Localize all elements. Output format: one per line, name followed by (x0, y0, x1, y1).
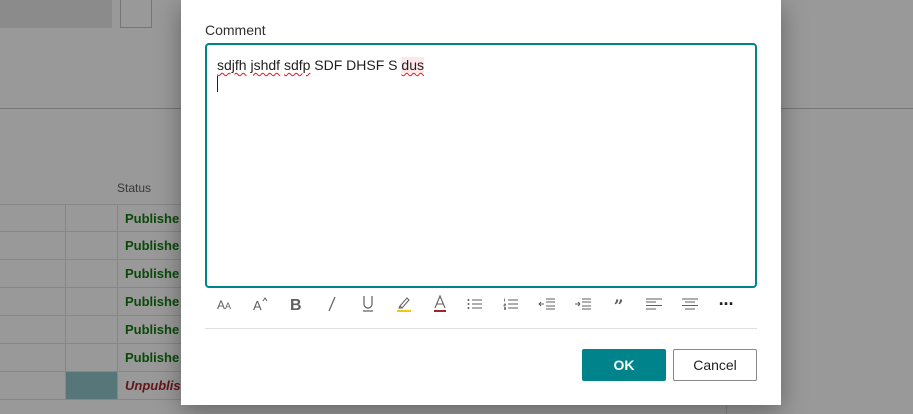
dialog-divider (205, 328, 757, 329)
more-options-button[interactable]: ··· (708, 292, 744, 316)
font-size-icon: AA (217, 298, 231, 312)
numbered-list-icon (503, 298, 519, 310)
cancel-button[interactable]: Cancel (673, 349, 757, 381)
misspelled-word: sdjfh (217, 57, 247, 73)
quote-icon: ” (613, 297, 624, 317)
italic-icon (328, 296, 336, 312)
bold-button[interactable]: B (279, 292, 315, 316)
font-color-button[interactable] (422, 292, 458, 316)
text-run: SDF DHSF S (314, 57, 398, 73)
svg-text:B: B (290, 297, 302, 312)
text-caret (217, 76, 218, 92)
increase-indent-icon (574, 298, 591, 310)
align-left-icon (646, 298, 663, 310)
quote-button[interactable]: ” (601, 292, 637, 317)
align-left-button[interactable] (637, 292, 673, 316)
decrease-indent-button[interactable] (529, 292, 565, 316)
numbered-list-button[interactable] (493, 292, 529, 316)
underline-button[interactable] (350, 292, 386, 316)
comment-dialog: Comment sdjfh jshdf sdfp SDF DHSF S dus … (181, 0, 781, 405)
svg-text:A: A (225, 301, 231, 311)
font-color-icon (433, 295, 446, 312)
ok-button[interactable]: OK (582, 349, 666, 381)
increase-indent-button[interactable] (565, 292, 601, 316)
more-options-icon: ··· (718, 293, 735, 314)
misspelled-word: jshdf (250, 57, 281, 73)
grow-font-icon: A (253, 297, 268, 312)
comment-label: Comment (205, 22, 266, 38)
bold-icon: B (290, 297, 302, 312)
align-center-button[interactable] (672, 292, 708, 316)
underline-icon (363, 296, 374, 312)
bullet-list-icon (467, 299, 483, 309)
decrease-indent-icon (538, 298, 556, 310)
comment-editor[interactable]: sdjfh jshdf sdfp SDF DHSF S dus (205, 43, 757, 288)
comment-text: sdjfh jshdf sdfp SDF DHSF S dus (217, 57, 424, 73)
highlight-button[interactable] (386, 292, 422, 316)
align-center-icon (682, 298, 699, 310)
misspelled-word: sdfp (283, 57, 311, 73)
misspelled-word: dus (401, 57, 424, 73)
svg-text:A: A (217, 298, 225, 312)
highlight-icon (396, 297, 411, 312)
svg-text:A: A (253, 298, 262, 312)
italic-button[interactable] (314, 292, 350, 316)
formatting-toolbar: AA A B ” ··· (207, 292, 759, 318)
font-size-button[interactable]: AA (207, 292, 243, 316)
grow-font-button[interactable]: A (243, 292, 279, 316)
bullet-list-button[interactable] (458, 292, 494, 316)
